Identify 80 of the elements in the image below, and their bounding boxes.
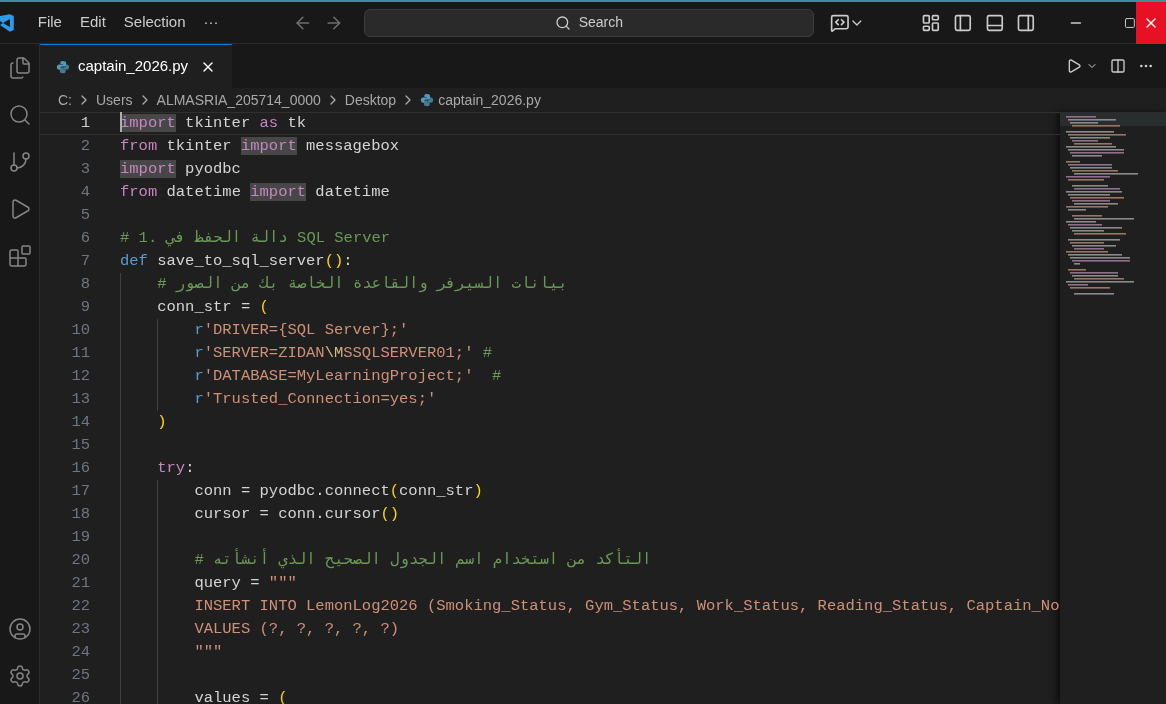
line-number: 6 bbox=[79, 227, 90, 249]
files-icon[interactable] bbox=[7, 56, 32, 80]
settings-icon[interactable] bbox=[7, 664, 32, 688]
line-number: 5 bbox=[79, 204, 90, 226]
line-number: 16 bbox=[70, 457, 90, 479]
line-number: 22 bbox=[70, 595, 90, 617]
line-number: 9 bbox=[79, 296, 90, 318]
code-line: # التأكد من استخدام اسم الجدول الصحيح الذي أنشأته bbox=[193, 548, 652, 571]
text-cursor bbox=[120, 112, 122, 132]
line-number: 18 bbox=[70, 503, 90, 525]
line-number: 19 bbox=[70, 526, 90, 548]
line-number: 26 bbox=[70, 687, 90, 704]
code-line: conn = pyodbc.connect(conn_str) bbox=[193, 480, 483, 502]
breadcrumb-item[interactable]: Users bbox=[96, 89, 133, 111]
line-number: 11 bbox=[70, 342, 90, 364]
search-icon bbox=[554, 14, 571, 31]
line-number: 4 bbox=[79, 181, 90, 203]
line-number: 12 bbox=[70, 365, 90, 387]
line-number: 15 bbox=[70, 434, 90, 456]
code-line: from tkinter import messagebox bbox=[120, 135, 400, 157]
code-line: def save_to_sql_server(): bbox=[120, 250, 353, 272]
source-control-icon[interactable] bbox=[7, 150, 32, 174]
code-line: r'Trusted_Connection=yes;' bbox=[193, 388, 437, 410]
line-number: 7 bbox=[79, 250, 90, 272]
code-line: """ bbox=[193, 641, 223, 663]
code-line: # بيانات السيرفر والقاعدة الخاصة بك من الصور bbox=[156, 273, 568, 295]
code-line: INSERT INTO LemonLog2026 (Smoking_Status, Gym_Status, Work_Status, Reading_Status, Captain_No bbox=[193, 595, 1060, 617]
line-number: 21 bbox=[70, 572, 90, 594]
code-line: r'DATABASE=MyLearningProject;' # bbox=[193, 365, 502, 387]
breadcrumb-item[interactable]: Desktop bbox=[344, 89, 397, 111]
line-number: 3 bbox=[79, 158, 90, 180]
code-line: # 1. دالة الحفظ في SQL Server bbox=[120, 227, 391, 249]
menu-item[interactable]: Edit bbox=[71, 11, 114, 34]
python-file-icon bbox=[420, 93, 435, 107]
code-line: conn_str = ( bbox=[156, 296, 269, 318]
editor-tab[interactable]: captain_2026.py bbox=[40, 44, 233, 88]
line-number: 8 bbox=[79, 273, 90, 295]
code-line: r'SERVER=ZIDAN\MSSQLSERVER01;' # bbox=[193, 342, 493, 364]
line-number: 1 bbox=[79, 112, 90, 134]
line-number: 20 bbox=[70, 549, 90, 571]
account-icon[interactable] bbox=[7, 617, 32, 641]
maximize-icon[interactable] bbox=[1123, 16, 1136, 29]
search-placeholder: Search bbox=[578, 13, 623, 32]
code-line: r'DRIVER={SQL Server};' bbox=[193, 319, 409, 341]
run-icon[interactable] bbox=[1066, 58, 1082, 74]
menu-item[interactable]: File bbox=[29, 11, 70, 34]
line-number: 24 bbox=[70, 641, 90, 663]
split-editor-icon[interactable] bbox=[1110, 58, 1126, 74]
search-field[interactable]: Search bbox=[363, 8, 814, 37]
breadcrumb-item[interactable]: captain_2026.py bbox=[438, 89, 541, 111]
code-line: try: bbox=[156, 457, 195, 479]
extensions-icon[interactable] bbox=[7, 244, 32, 268]
line-number: 13 bbox=[70, 388, 90, 410]
python-file-icon bbox=[56, 59, 70, 74]
line-number: 14 bbox=[70, 411, 90, 433]
code-line: VALUES (?, ?, ?, ?, ?) bbox=[193, 618, 400, 640]
chat-icon[interactable] bbox=[829, 12, 850, 33]
line-number: 17 bbox=[70, 480, 90, 502]
app-logo bbox=[0, 13, 14, 32]
code-line: cursor = conn.cursor() bbox=[193, 503, 400, 525]
line-number: 25 bbox=[70, 664, 90, 686]
code-line: import pyodbc bbox=[120, 158, 241, 180]
line-number: 2 bbox=[79, 135, 90, 157]
layout-icon[interactable] bbox=[921, 12, 941, 33]
panel-bottom-icon[interactable] bbox=[984, 12, 1005, 33]
code-line: ) bbox=[156, 411, 167, 433]
tab-label: captain_2026.py bbox=[78, 56, 189, 77]
code-line: import tkinter as tk bbox=[120, 112, 307, 134]
line-number: 10 bbox=[70, 319, 90, 341]
panel-left-icon[interactable] bbox=[952, 12, 973, 33]
close-window-button[interactable] bbox=[1135, 2, 1166, 44]
menu-item[interactable]: ··· bbox=[195, 11, 227, 34]
line-number: 23 bbox=[70, 618, 90, 640]
breadcrumb-item[interactable]: ALMASRIA_205714_0000 bbox=[156, 89, 321, 111]
breadcrumb-item[interactable]: C: bbox=[58, 89, 72, 111]
search-icon[interactable] bbox=[7, 103, 32, 127]
panel-right-icon[interactable] bbox=[1016, 12, 1036, 33]
code-line: from datetime import datetime bbox=[120, 181, 390, 203]
code-line: query = """ bbox=[193, 572, 297, 594]
menu-item[interactable]: Selection bbox=[115, 11, 194, 34]
